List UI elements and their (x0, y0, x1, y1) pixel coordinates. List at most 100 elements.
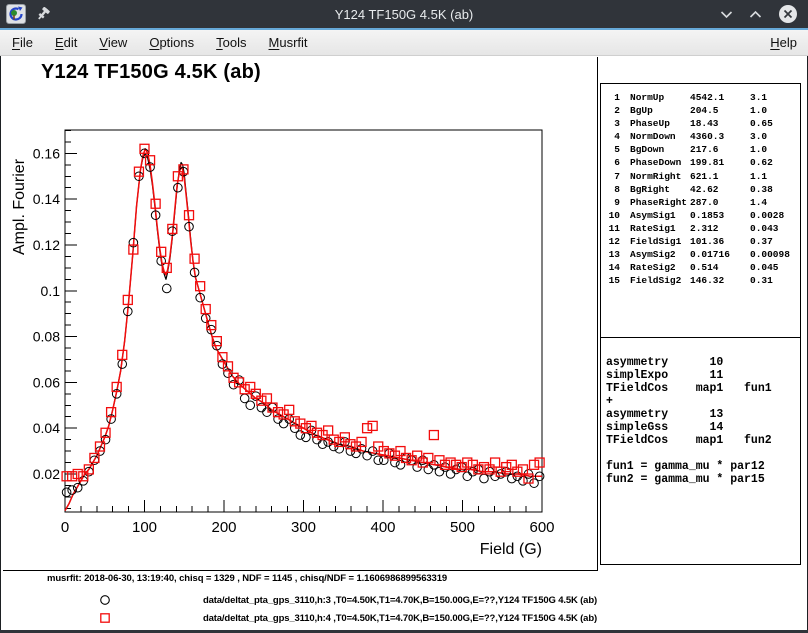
pad-divider-horizontal (3, 570, 598, 571)
fit-param-name: BgUp (630, 104, 690, 117)
window-title: Y124 TF150G 4.5K (ab) (335, 7, 474, 22)
x-tick-label: 100 (132, 519, 157, 536)
menu-item-help[interactable]: Help (758, 35, 808, 50)
fit-param-val: 18.43 (690, 117, 750, 130)
application-window: Y124 TF150G 4.5K (ab) FileEditViewOption… (0, 0, 808, 633)
fit-param-err: 0.38 (750, 183, 800, 196)
fit-param-num: 11 (608, 222, 620, 235)
square-marker-icon (99, 612, 111, 624)
menubar: FileEditViewOptionsToolsMusrfit Help (0, 30, 808, 56)
root-canvas[interactable]: Y124 TF150G 4.5K (ab) 010020030040050060… (1, 56, 807, 630)
fit-param-row: 3PhaseUp18.430.65 (601, 117, 800, 130)
plot-frame (65, 130, 542, 512)
data-point-circle (246, 401, 255, 410)
fit-param-name: PhaseDown (630, 156, 690, 169)
fit-param-num: 1 (608, 91, 620, 104)
fit-param-err: 3.1 (750, 91, 800, 104)
data-point-circle (318, 440, 327, 449)
stats-panel: 1NormUp4542.13.12BgUp204.51.03PhaseUp18.… (600, 83, 801, 565)
fit-param-row: 7NormRight621.11.1 (601, 170, 800, 183)
fit-param-err: 0.37 (750, 235, 800, 248)
fit-param-val: 199.81 (690, 156, 750, 169)
fit-param-val: 0.01716 (690, 248, 750, 261)
titlebar: Y124 TF150G 4.5K (ab) (0, 0, 808, 28)
root-app-icon (6, 4, 26, 24)
fit-param-row: 9PhaseRight287.01.4 (601, 196, 800, 209)
fit-param-val: 2.312 (690, 222, 750, 235)
y-tick-label: 0.04 (33, 420, 60, 436)
fit-param-num: 4 (608, 130, 620, 143)
fit-param-row: 12FieldSig1101.360.37 (601, 235, 800, 248)
data-point-circle (279, 419, 288, 428)
fit-param-val: 621.1 (690, 170, 750, 183)
fit-param-row: 10AsymSig10.18530.0028 (601, 209, 800, 222)
close-button[interactable] (778, 4, 798, 24)
data-point-square (363, 424, 372, 433)
fit-param-row: 11RateSig12.3120.043 (601, 222, 800, 235)
menu-item-file[interactable]: File (0, 35, 44, 50)
fit-parameters-panel: 1NormUp4542.13.12BgUp204.51.03PhaseUp18.… (601, 84, 800, 337)
fit-param-num: 5 (608, 143, 620, 156)
menu-item-view[interactable]: View (88, 35, 138, 50)
fit-param-err: 1.0 (750, 143, 800, 156)
data-point-circle (363, 451, 372, 460)
fit-param-num: 15 (608, 274, 620, 287)
fit-param-num: 13 (608, 248, 620, 261)
data-point-square (535, 458, 544, 467)
musrfit-info-text: musrfit: 2018-06-30, 13:19:40, chisq = 1… (47, 573, 447, 584)
fit-param-num: 8 (608, 183, 620, 196)
data-point-square (190, 254, 199, 263)
fit-param-val: 0.514 (690, 261, 750, 274)
data-point-square (68, 472, 77, 481)
menu-item-edit[interactable]: Edit (44, 35, 88, 50)
fit-param-err: 1.0 (750, 104, 800, 117)
data-point-square (429, 431, 438, 440)
fit-param-name: BgDown (630, 143, 690, 156)
fit-param-name: AsymSig1 (630, 209, 690, 222)
pad-divider-vertical (597, 57, 598, 571)
x-tick-label: 300 (291, 519, 316, 536)
fit-param-row: 5BgDown217.61.0 (601, 143, 800, 156)
fit-param-name: NormDown (630, 130, 690, 143)
fit-param-num: 7 (608, 170, 620, 183)
x-tick-label: 600 (529, 519, 554, 536)
maximize-button[interactable] (749, 10, 762, 19)
fit-param-name: RateSig1 (630, 222, 690, 235)
data-point-circle (162, 284, 171, 293)
fit-param-name: NormUp (630, 91, 690, 104)
y-tick-label: 0.14 (33, 191, 60, 207)
fit-param-val: 287.0 (690, 196, 750, 209)
data-point-square (368, 421, 377, 430)
pin-icon[interactable] (36, 7, 50, 21)
theory-panel: asymmetry 10 simplExpo 11 TFieldCos map1… (601, 337, 800, 565)
fit-param-val: 42.62 (690, 183, 750, 196)
fit-param-val: 101.36 (690, 235, 750, 248)
minimize-button[interactable] (720, 10, 733, 19)
fit-param-name: RateSig2 (630, 261, 690, 274)
fit-param-name: BgRight (630, 183, 690, 196)
data-point-square (491, 458, 500, 467)
menu-item-musrfit[interactable]: Musrfit (258, 35, 319, 50)
menu-item-tools[interactable]: Tools (205, 35, 257, 50)
fit-param-val: 146.32 (690, 274, 750, 287)
fit-param-num: 12 (608, 235, 620, 248)
fit-param-val: 204.5 (690, 104, 750, 117)
fit-param-row: 15FieldSig2146.320.31 (601, 274, 800, 287)
y-tick-label: 0.02 (33, 466, 60, 482)
chart-plot-area[interactable]: 01002003004005006000.020.040.060.080.10.… (4, 59, 595, 570)
data-point-circle (446, 470, 455, 479)
fit-param-err: 0.045 (750, 261, 800, 274)
menu-item-options[interactable]: Options (138, 35, 205, 50)
fit-param-err: 0.65 (750, 117, 800, 130)
data-point-square (530, 460, 539, 469)
y-tick-label: 0.06 (33, 374, 60, 390)
fit-param-row: 14RateSig20.5140.045 (601, 261, 800, 274)
fit-param-row: 13AsymSig20.017160.00098 (601, 248, 800, 261)
fit-param-val: 0.1853 (690, 209, 750, 222)
fit-param-row: 6PhaseDown199.810.62 (601, 156, 800, 169)
circle-marker-icon (99, 594, 111, 606)
data-point-circle (62, 488, 71, 497)
x-tick-label: 500 (450, 519, 475, 536)
y-tick-label: 0.16 (33, 145, 60, 161)
fit-param-err: 0.0028 (750, 209, 800, 222)
